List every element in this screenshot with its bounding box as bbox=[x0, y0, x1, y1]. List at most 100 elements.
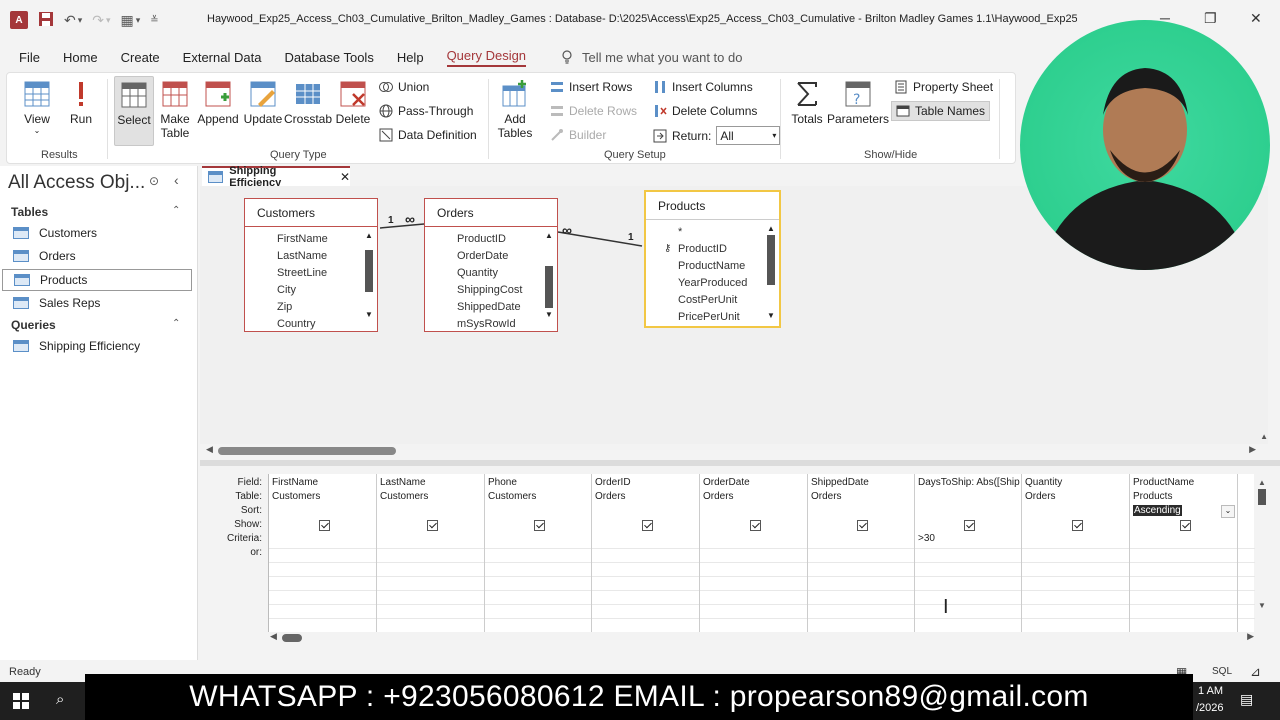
field-item[interactable]: ProductID bbox=[425, 230, 557, 247]
grid-cell-sort[interactable] bbox=[915, 505, 1021, 519]
union-button[interactable]: Union bbox=[379, 80, 429, 94]
grid-cell-table[interactable]: Orders bbox=[592, 491, 699, 505]
nav-item-products[interactable]: Products bbox=[2, 269, 192, 291]
grid-cell-criteria[interactable] bbox=[1130, 533, 1237, 547]
field-item[interactable]: PricePerUnit bbox=[646, 308, 779, 325]
property-sheet-button[interactable]: Property Sheet bbox=[894, 80, 993, 94]
crosstab-button[interactable]: Crosstab bbox=[284, 79, 332, 147]
chevron-up-icon[interactable]: ⌃ bbox=[172, 318, 180, 329]
run-button[interactable]: Run bbox=[65, 79, 97, 147]
nav-item-customers[interactable]: Customers bbox=[2, 222, 192, 244]
grid-cell-table[interactable]: Orders bbox=[700, 491, 807, 505]
chevron-up-icon[interactable]: ⌃ bbox=[172, 205, 180, 216]
data-definition-button[interactable]: Data Definition bbox=[379, 128, 477, 142]
grid-column[interactable]: Phone Customers bbox=[485, 474, 592, 632]
field-item[interactable]: StreetLine bbox=[245, 264, 377, 281]
field-item[interactable]: CostPerUnit bbox=[646, 291, 779, 308]
undo-icon[interactable]: ↶ bbox=[64, 12, 76, 29]
scroll-right-icon[interactable]: ▶ bbox=[1247, 631, 1254, 642]
grid-cell-table[interactable] bbox=[915, 491, 1021, 505]
grid-cell-table[interactable]: Customers bbox=[485, 491, 591, 505]
field-item[interactable]: City bbox=[245, 281, 377, 298]
grid-vscrollbar[interactable]: ▲ ▼ bbox=[1258, 478, 1268, 628]
tab-database-tools[interactable]: Database Tools bbox=[284, 50, 373, 65]
design-view-icon[interactable]: ⊿ bbox=[1250, 664, 1261, 680]
select-query-button[interactable]: Select bbox=[114, 76, 154, 146]
field-item[interactable]: ProductName bbox=[646, 257, 779, 274]
builder-button[interactable]: Builder bbox=[550, 128, 606, 142]
scroll-down-icon[interactable]: ▼ bbox=[767, 311, 775, 320]
nav-item-shipping-efficiency[interactable]: Shipping Efficiency bbox=[2, 335, 192, 357]
scroll-down-icon[interactable]: ▼ bbox=[365, 310, 373, 319]
grid-cell-table[interactable]: Customers bbox=[269, 491, 376, 505]
tab-shipping-efficiency[interactable]: Shipping Efficiency ✕ bbox=[202, 165, 350, 189]
grid-cell-criteria[interactable] bbox=[700, 533, 807, 547]
notifications-icon[interactable]: ▤ bbox=[1240, 691, 1253, 708]
insert-rows-button[interactable]: Insert Rows bbox=[550, 80, 632, 94]
field-list-products[interactable]: Products * ⚷ ProductID ProductName YearP… bbox=[644, 190, 781, 328]
return-select[interactable]: All ▾ bbox=[716, 126, 781, 145]
scroll-thumb[interactable] bbox=[218, 447, 396, 455]
grid-column[interactable]: LastName Customers bbox=[377, 474, 485, 632]
grid-column[interactable]: OrderDate Orders bbox=[700, 474, 808, 632]
nav-section-queries[interactable]: Queries bbox=[11, 318, 56, 332]
grid-cell-criteria[interactable] bbox=[485, 533, 591, 547]
delete-query-button[interactable]: Delete bbox=[334, 79, 372, 147]
grid-cell-criteria[interactable] bbox=[1022, 533, 1129, 547]
add-tables-button[interactable]: Add Tables bbox=[495, 79, 535, 147]
field-list-scrollbar[interactable]: ▲ ▼ bbox=[365, 231, 373, 329]
grid-cell-criteria[interactable] bbox=[377, 533, 484, 547]
scroll-down-icon[interactable]: ▼ bbox=[545, 310, 553, 319]
table-names-button[interactable]: Table Names bbox=[891, 101, 991, 121]
save-icon[interactable] bbox=[38, 11, 54, 30]
show-checkbox[interactable] bbox=[1071, 520, 1083, 531]
scroll-thumb[interactable] bbox=[365, 250, 373, 292]
field-item[interactable]: Quantity bbox=[425, 264, 557, 281]
restore-icon[interactable]: ❐ bbox=[1204, 10, 1217, 27]
tab-help[interactable]: Help bbox=[397, 50, 424, 65]
field-item[interactable]: ShippingCost bbox=[425, 281, 557, 298]
field-item[interactable]: YearProduced bbox=[646, 274, 779, 291]
field-item[interactable]: Country bbox=[245, 315, 377, 332]
grid-cell-sort[interactable] bbox=[592, 505, 699, 519]
tell-me-search[interactable]: Tell me what you want to do bbox=[560, 50, 742, 65]
search-icon[interactable]: ⌕ bbox=[56, 691, 64, 708]
show-checkbox[interactable] bbox=[318, 520, 330, 531]
totals-button[interactable]: Totals bbox=[789, 79, 825, 147]
delete-rows-button[interactable]: Delete Rows bbox=[550, 104, 637, 118]
scroll-right-icon[interactable]: ▶ bbox=[1249, 444, 1256, 455]
field-list-orders[interactable]: Orders ProductID OrderDate Quantity Ship… bbox=[424, 198, 558, 332]
show-checkbox[interactable] bbox=[857, 520, 868, 531]
field-item[interactable]: mSysRowId bbox=[425, 315, 557, 332]
grid-cell-field[interactable]: ProductName bbox=[1130, 477, 1237, 491]
append-button[interactable]: Append bbox=[197, 79, 239, 147]
scroll-thumb[interactable] bbox=[1258, 489, 1266, 505]
grid-cell-sort[interactable]: Ascending ⌄ bbox=[1130, 505, 1237, 519]
show-checkbox[interactable] bbox=[749, 520, 761, 531]
grid-cell-field[interactable]: Quantity bbox=[1022, 477, 1129, 491]
scroll-up-icon[interactable]: ▲ bbox=[1260, 432, 1268, 441]
field-list-customers[interactable]: Customers FirstName LastName StreetLine … bbox=[244, 198, 378, 332]
close-tab-icon[interactable]: ✕ bbox=[340, 170, 350, 184]
undo-dropdown-icon[interactable]: ▾ bbox=[78, 15, 83, 26]
tab-query-design[interactable]: Query Design bbox=[446, 48, 527, 67]
delete-columns-button[interactable]: Delete Columns bbox=[653, 104, 757, 118]
grid-column[interactable]: ShippedDate Orders bbox=[808, 474, 915, 632]
grid-cell-field[interactable]: LastName bbox=[377, 477, 484, 491]
grid-column[interactable]: FirstName Customers bbox=[269, 474, 377, 632]
grid-cell-table[interactable]: Products bbox=[1130, 491, 1237, 505]
field-item[interactable]: LastName bbox=[245, 247, 377, 264]
redo-icon[interactable]: ↷ bbox=[92, 12, 104, 29]
form-view-icon[interactable]: ▦ bbox=[121, 12, 134, 29]
windows-start-icon[interactable] bbox=[13, 693, 29, 709]
nav-menu-dropdown-icon[interactable]: ⊙ bbox=[149, 174, 159, 188]
tab-file[interactable]: File bbox=[19, 50, 40, 65]
grid-cell-criteria[interactable] bbox=[592, 533, 699, 547]
show-checkbox[interactable] bbox=[534, 520, 545, 531]
grid-cell-sort[interactable] bbox=[700, 505, 807, 519]
view-button[interactable]: View ⌄ bbox=[19, 79, 55, 147]
nav-item-orders[interactable]: Orders bbox=[2, 245, 192, 267]
nav-section-tables[interactable]: Tables bbox=[11, 205, 48, 219]
field-list-title[interactable]: Products bbox=[646, 192, 779, 220]
field-list-scrollbar[interactable]: ▲ ▼ bbox=[545, 231, 553, 329]
